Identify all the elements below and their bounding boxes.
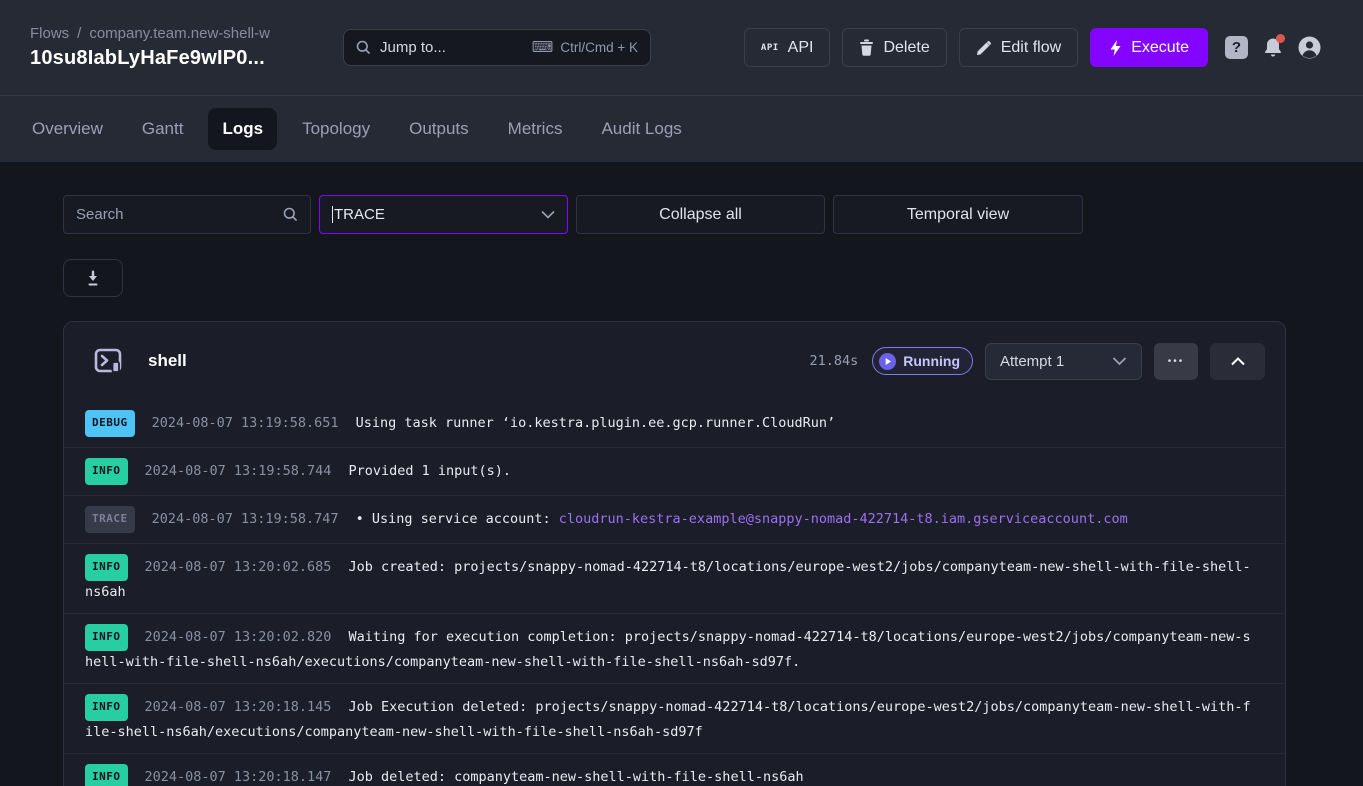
jump-to-search[interactable]: Jump to... ⌨ Ctrl/Cmd + K [343, 29, 651, 66]
log-level-badge: INFO [85, 554, 128, 581]
header-title-block: Flows / company.team.new-shell-w 10su8Ia… [30, 25, 343, 70]
header-icon-cluster: ? [1225, 36, 1321, 59]
chevron-down-icon [1112, 356, 1127, 366]
log-timestamp: 2024-08-07 13:19:58.744 [145, 463, 332, 479]
tab-logs[interactable]: Logs [208, 108, 277, 150]
log-row: INFO 2024-08-07 13:20:18.147 Job deleted: … [64, 753, 1285, 786]
log-timestamp: 2024-08-07 13:20:02.820 [145, 629, 332, 645]
keyboard-icon: ⌨ [532, 40, 554, 55]
api-icon: API [761, 43, 779, 53]
chevron-down-icon [541, 210, 555, 219]
chevron-up-icon [1231, 357, 1245, 366]
tab-outputs[interactable]: Outputs [395, 108, 483, 150]
logs-panel: TRACE Collapse all Temporal view [0, 195, 1363, 786]
shell-task-icon [91, 343, 127, 379]
search-icon [356, 40, 371, 55]
log-row: DEBUG 2024-08-07 13:19:58.651 Using task r… [64, 400, 1285, 447]
log-row: INFO 2024-08-07 13:19:58.744 Provided 1 in… [64, 447, 1285, 495]
log-message: Using task runner ‘io.kestra.plugin.ee.g… [356, 415, 836, 431]
collapse-card-button[interactable] [1210, 343, 1265, 380]
top-header: Flows / company.team.new-shell-w 10su8Ia… [0, 0, 1363, 95]
page-title: 10su8IabLyHaFe9wIP0... [30, 47, 343, 70]
log-level-badge: INFO [85, 764, 128, 786]
service-account-link[interactable]: cloudrun-kestra-example@snappy-nomad-422… [559, 511, 1128, 527]
log-level-badge: INFO [85, 624, 128, 651]
tab-overview[interactable]: Overview [18, 108, 117, 150]
trash-icon [859, 39, 874, 56]
pencil-icon [976, 40, 992, 56]
breadcrumb: Flows / company.team.new-shell-w [30, 25, 343, 42]
kestra-execution-page: Flows / company.team.new-shell-w 10su8Ia… [0, 0, 1363, 786]
download-icon [85, 270, 101, 287]
keyboard-shortcut: ⌨ Ctrl/Cmd + K [532, 40, 638, 55]
play-circle-icon [879, 353, 896, 370]
task-card-header: shell 21.84s Running Attempt 1 [64, 322, 1285, 400]
temporal-view-button[interactable]: Temporal view [833, 195, 1083, 234]
tab-topology[interactable]: Topology [288, 108, 384, 150]
log-level-badge: TRACE [85, 506, 135, 533]
download-logs-button[interactable] [63, 259, 123, 297]
log-level-badge: INFO [85, 694, 128, 721]
tab-gantt[interactable]: Gantt [128, 108, 198, 150]
breadcrumb-separator: / [77, 25, 81, 42]
search-icon [283, 207, 298, 222]
log-timestamp: 2024-08-07 13:20:02.685 [145, 559, 332, 575]
log-search-box [63, 195, 311, 234]
api-button[interactable]: API API [744, 28, 831, 67]
breadcrumb-flows-link[interactable]: Flows [30, 25, 69, 42]
log-message: Provided 1 input(s). [348, 463, 511, 479]
log-level-badge: DEBUG [85, 410, 135, 437]
log-message: Job deleted: companyteam-new-shell-with-… [348, 769, 803, 785]
lightning-icon [1109, 39, 1122, 57]
user-avatar[interactable] [1298, 36, 1321, 59]
user-icon [1298, 36, 1321, 59]
log-search-input[interactable] [76, 206, 283, 223]
log-level-select[interactable]: TRACE [319, 195, 568, 234]
tab-audit-logs[interactable]: Audit Logs [587, 108, 695, 150]
tab-metrics[interactable]: Metrics [494, 108, 577, 150]
help-icon[interactable]: ? [1225, 36, 1248, 59]
task-log-card: shell 21.84s Running Attempt 1 [63, 321, 1286, 786]
log-timestamp: 2024-08-07 13:20:18.145 [145, 699, 332, 715]
delete-button[interactable]: Delete [842, 28, 946, 67]
task-duration: 21.84s [809, 353, 858, 369]
edit-flow-button[interactable]: Edit flow [959, 28, 1078, 67]
execute-button[interactable]: Execute [1090, 28, 1208, 67]
execution-tabs: Overview GanttLogs Topology Outputs MetricsA… [0, 95, 1363, 162]
task-header-controls: 21.84s Running Attempt 1 [809, 343, 1265, 380]
log-level-value: TRACE [334, 206, 385, 223]
status-badge: Running [872, 347, 973, 375]
jump-to-placeholder: Jump to... [380, 39, 446, 56]
breadcrumb-flow-id-link[interactable]: company.team.new-shell-w [89, 25, 270, 42]
log-level-badge: INFO [85, 458, 128, 485]
more-options-button[interactable]: ••• [1154, 343, 1198, 380]
text-cursor [332, 206, 333, 223]
log-row: INFO2024-08-07 13:20:18.145Job Execution… [64, 683, 1285, 753]
log-row: INFO2024-08-07 13:20:02.685Job created: … [64, 543, 1285, 613]
log-list: DEBUG 2024-08-07 13:19:58.651 Using task r… [64, 400, 1285, 786]
task-name: shell [148, 351, 187, 371]
log-filter-toolbar: TRACE Collapse all Temporal view [63, 195, 1363, 234]
log-timestamp: 2024-08-07 13:20:18.147 [145, 769, 332, 785]
notification-dot [1276, 34, 1285, 43]
log-timestamp: 2024-08-07 13:19:58.747 [152, 511, 339, 527]
log-message: • Using service account: cloudrun-kestra… [356, 511, 1128, 527]
log-timestamp: 2024-08-07 13:19:58.651 [152, 415, 339, 431]
header-actions: API API Delete Edit flow [744, 28, 1321, 67]
attempt-select[interactable]: Attempt 1 [985, 343, 1142, 380]
collapse-all-button[interactable]: Collapse all [576, 195, 825, 234]
log-row: INFO2024-08-07 13:20:02.820Waiting for e… [64, 613, 1285, 683]
log-row: TRACE 2024-08-07 13:19:58.747 • Using serv… [64, 495, 1285, 543]
notifications-button[interactable] [1263, 37, 1283, 58]
